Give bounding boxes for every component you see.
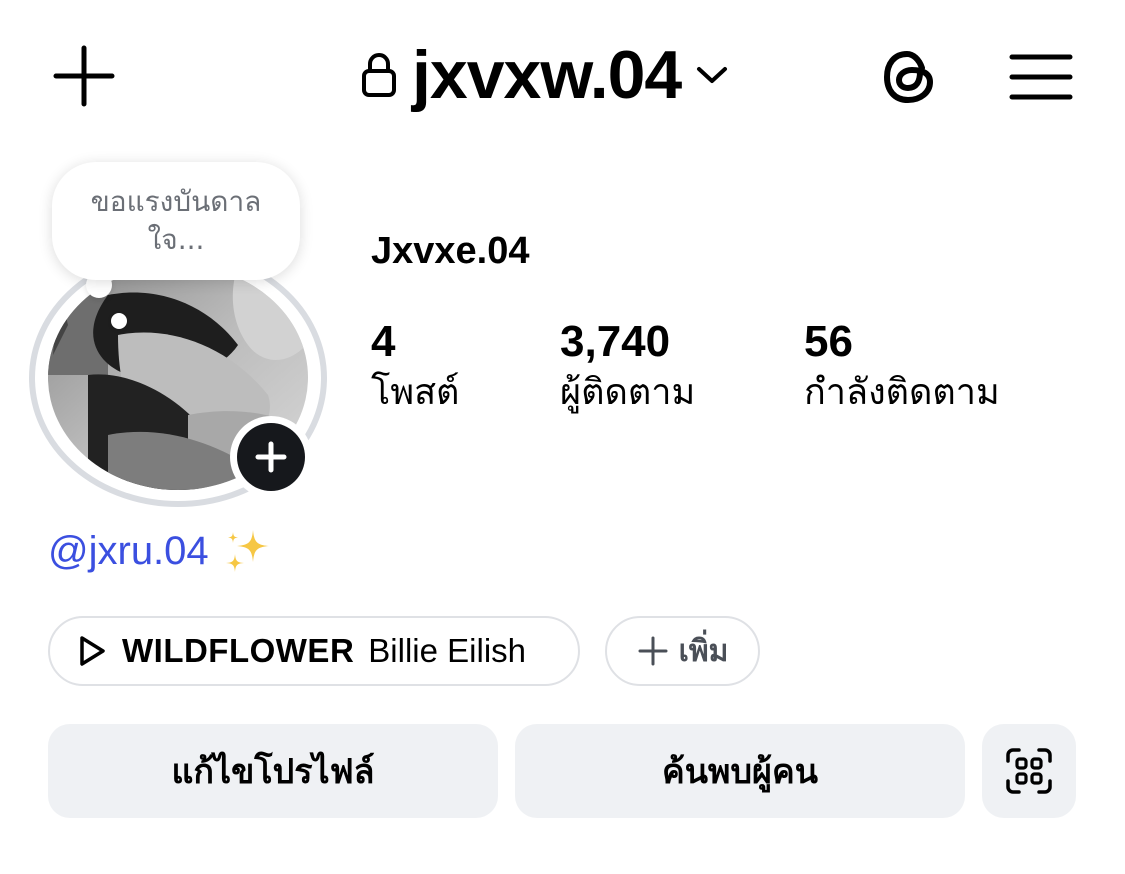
add-pill-label: เพิ่ม — [678, 633, 729, 669]
music-title: WILDFLOWER — [122, 632, 355, 669]
threads-button[interactable] — [876, 44, 942, 110]
username-title: jxvxw.04 — [412, 37, 682, 113]
discover-people-label: ค้นพบผู้คน — [662, 752, 818, 792]
add-story-circle — [237, 423, 305, 491]
stat-followers[interactable]: 3,740 ผู้ติดตาม — [560, 316, 695, 418]
new-post-button[interactable] — [50, 42, 118, 110]
play-icon — [80, 636, 105, 666]
note-text: ขอแรงบันดาลใจ... — [90, 185, 262, 256]
menu-button[interactable] — [1006, 44, 1076, 110]
add-link-pill[interactable]: เพิ่ม — [605, 616, 760, 686]
followers-label: ผู้ติดตาม — [560, 372, 696, 413]
posts-count: 4 — [371, 317, 396, 366]
following-count: 56 — [804, 317, 853, 366]
bio-mention: @jxru.04 — [48, 526, 273, 576]
stat-posts[interactable]: 4 โพสต์ — [371, 316, 459, 418]
discover-people-button[interactable]: ค้นพบผู้คน — [515, 724, 965, 818]
chevron-down-icon — [695, 64, 729, 86]
top-bar: jxvxw.04 — [0, 0, 1125, 150]
display-name: Jxvxe.04 — [371, 230, 530, 272]
note-bubble[interactable]: ขอแรงบันดาลใจ... — [52, 162, 300, 280]
posts-label: โพสต์ — [371, 372, 460, 413]
account-switcher[interactable]: jxvxw.04 — [360, 30, 729, 120]
threads-icon — [884, 51, 933, 103]
following-label: กำลังติดตาม — [804, 372, 1000, 413]
music-artist: Billie Eilish — [368, 632, 526, 669]
followers-count: 3,740 — [560, 317, 671, 366]
sparkles-icon — [225, 530, 269, 572]
edit-profile-label: แก้ไขโปรไฟล์ — [171, 752, 375, 792]
lock-icon — [360, 52, 398, 98]
add-story-button[interactable] — [230, 416, 312, 498]
plus-icon — [638, 636, 668, 666]
hamburger-menu-icon — [1009, 54, 1073, 100]
mention-link[interactable]: @jxru.04 — [48, 529, 209, 574]
plus-icon — [53, 45, 115, 107]
music-pill[interactable]: WILDFLOWER Billie Eilish — [48, 616, 580, 686]
note-tail-dot-small — [111, 313, 127, 329]
stat-following[interactable]: 56 กำลังติดตาม — [804, 316, 1000, 418]
qr-code-icon — [1006, 748, 1052, 794]
plus-icon — [255, 441, 287, 473]
edit-profile-button[interactable]: แก้ไขโปรไฟล์ — [48, 724, 498, 818]
qr-code-button[interactable] — [982, 724, 1076, 818]
